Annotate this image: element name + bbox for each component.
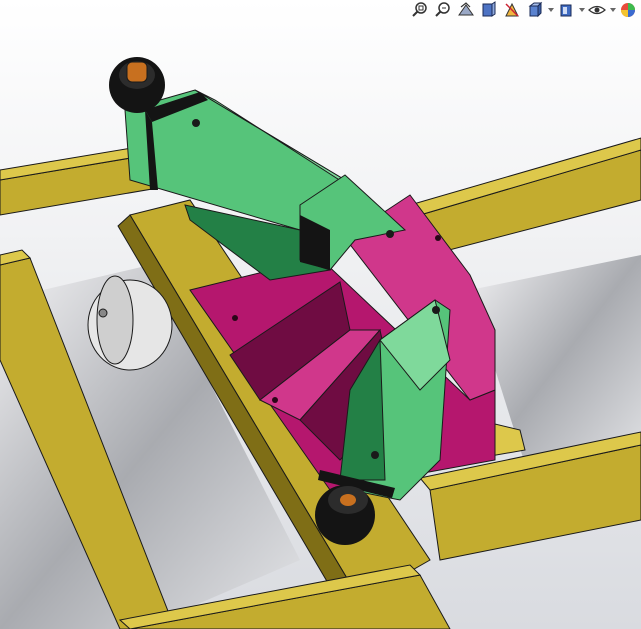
section-view-button[interactable] (478, 0, 500, 20)
graphics-area[interactable] (0, 0, 641, 629)
model-scene[interactable] (0, 0, 641, 629)
view-orientation-button[interactable] (524, 0, 546, 20)
previous-view-button[interactable] (455, 0, 477, 20)
view-orientation-icon (528, 1, 543, 18)
hide-show-items-icon (588, 5, 606, 15)
display-style-button[interactable] (555, 0, 577, 20)
hide-show-items-button[interactable] (586, 0, 608, 20)
heads-up-view-toolbar (407, 0, 641, 20)
display-style-dropdown[interactable] (578, 0, 585, 20)
display-style-icon (560, 4, 572, 17)
dynamic-annotation-icon (505, 2, 519, 17)
zoom-to-fit-icon (412, 2, 427, 17)
chevron-down-icon (578, 7, 585, 12)
section-view-icon (482, 1, 496, 17)
zoom-to-area-icon (435, 2, 450, 17)
upper-bushing (109, 57, 165, 113)
edit-appearance-button[interactable] (617, 0, 639, 20)
chevron-down-icon (547, 7, 554, 12)
lower-bushing (315, 485, 375, 545)
zoom-to-fit-button[interactable] (409, 0, 431, 20)
hide-show-items-dropdown[interactable] (609, 0, 616, 20)
edit-appearance-icon (621, 3, 635, 17)
chevron-down-icon (609, 7, 616, 12)
previous-view-icon (458, 2, 474, 16)
view-orientation-dropdown[interactable] (547, 0, 554, 20)
dynamic-annotation-button[interactable] (501, 0, 523, 20)
zoom-to-area-button[interactable] (432, 0, 454, 20)
